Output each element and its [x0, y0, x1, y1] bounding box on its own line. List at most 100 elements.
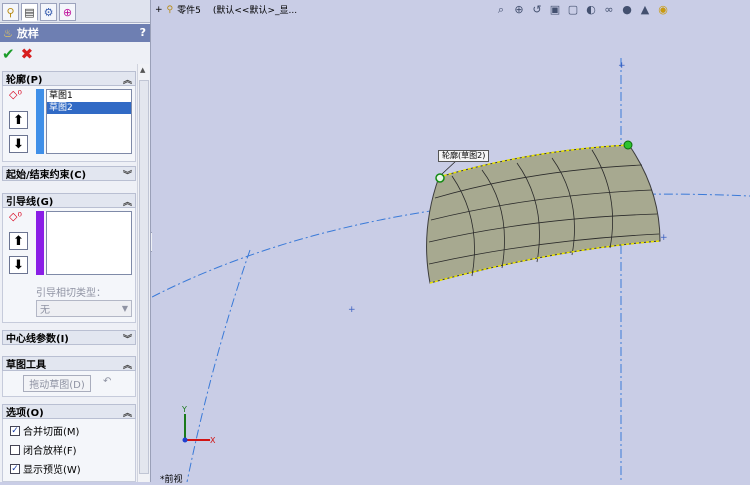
chevron-up-icon[interactable]: ︽ — [123, 358, 132, 371]
chevron-down-icon: ▼ — [121, 304, 128, 313]
model-view: + + + Y X — [152, 58, 750, 482]
hide-show-icon[interactable]: ∞ — [602, 3, 616, 17]
feature-manager-tab[interactable]: ⚲ — [2, 3, 19, 21]
arrow-up-icon: ⬆ — [13, 233, 24, 249]
graphics-viewport[interactable]: + + + Y X 轮廓(草图2) + ⚲ 零件5 (默认<<默认>_显... … — [152, 0, 750, 485]
profile-connector-start[interactable] — [435, 173, 445, 183]
breadcrumb-part[interactable]: 零件5 — [177, 3, 201, 16]
display-style-icon[interactable]: ◐ — [584, 3, 598, 17]
options-group-header[interactable]: 选项(O) ︽ — [2, 404, 136, 419]
appearance-icon[interactable]: ● — [620, 3, 634, 17]
feature-manager-icon: ⚲ — [6, 5, 15, 19]
guides-group-body: ◇⁰ ⬆ ⬇ 引导相切类型： 无 ▼ — [2, 208, 136, 323]
origin-mark: + — [660, 233, 668, 243]
feature-title-bar: ♨ 放样 ? — [0, 24, 150, 42]
arrow-down-icon: ⬇ — [13, 257, 24, 273]
list-item[interactable]: 草图1 — [47, 90, 131, 102]
arrow-down-icon: ⬇ — [13, 136, 24, 152]
breadcrumb-config[interactable]: (默认<<默认>_显... — [213, 3, 297, 16]
sketch-tools-group-header[interactable]: 草图工具 ︽ — [2, 356, 136, 371]
profiles-header-label: 轮廓(P) — [6, 75, 43, 86]
profile-callout[interactable]: 轮廓(草图2) — [438, 150, 490, 162]
move-up-button[interactable]: ⬆ — [9, 111, 28, 129]
profiles-list[interactable]: 草图1 草图2 — [46, 89, 132, 154]
close-loft-checkbox[interactable]: 闭合放样(F) — [10, 442, 77, 457]
zoom-to-fit-icon[interactable]: ⌕ — [494, 3, 508, 17]
triad-origin — [182, 437, 188, 443]
zoom-area-icon[interactable]: ⊕ — [512, 3, 526, 17]
property-manager-tab[interactable]: ▤ — [21, 3, 38, 21]
checkbox-box[interactable] — [10, 444, 20, 455]
chevron-down-icon[interactable]: ︾ — [123, 168, 132, 181]
options-header-label: 选项(O) — [6, 408, 44, 419]
breadcrumb: + ⚲ 零件5 (默认<<默认>_显... — [155, 3, 297, 17]
origin-mark: + — [618, 61, 626, 71]
chevron-up-icon[interactable]: ︽ — [123, 195, 132, 208]
cancel-button[interactable]: ✖ — [21, 45, 34, 63]
checkbox-box[interactable]: ✓ — [10, 463, 20, 474]
origin-mark: + — [348, 305, 356, 315]
merge-tangent-label: 合并切面(M) — [23, 427, 80, 438]
view-name: *前视 — [160, 475, 183, 485]
drag-sketch-label: 拖动草图(D) — [29, 380, 85, 391]
profile-connector-end[interactable] — [623, 140, 633, 150]
triad-x-label: X — [210, 436, 216, 445]
previous-view-icon[interactable]: ↺ — [530, 3, 544, 17]
view-settings-icon[interactable]: ◉ — [656, 3, 670, 17]
guides-group-header[interactable]: 引导线(G) ︽ — [2, 193, 136, 208]
sketch-tools-header-label: 草图工具 — [6, 360, 46, 371]
move-up-button[interactable]: ⬆ — [9, 232, 28, 250]
configuration-manager-tab[interactable]: ⚙ — [40, 3, 57, 21]
configuration-manager-icon: ⚙ — [43, 5, 54, 19]
centerline-header-label: 中心线参数(I) — [6, 334, 69, 345]
sketch-tools-group-body: 拖动草图(D) ↶ — [2, 371, 136, 397]
page-title: 放样 — [16, 27, 39, 40]
expand-icon[interactable]: + — [155, 5, 163, 15]
chevron-up-icon[interactable]: ︽ — [123, 406, 132, 419]
undo-icon[interactable]: ↶ — [103, 376, 111, 387]
panel-scrollbar[interactable]: ▲ — [137, 64, 149, 482]
ok-cancel-row: ✔ ✖ — [2, 44, 33, 64]
part-icon: ⚲ — [166, 4, 174, 15]
move-down-button[interactable]: ⬇ — [9, 135, 28, 153]
tangent-type-label: 引导相切类型： — [36, 288, 106, 299]
dimxpert-tab[interactable]: ⊕ — [59, 3, 76, 21]
profiles-group-header[interactable]: 轮廓(P) ︽ — [2, 71, 136, 86]
tangent-type-value: 无 — [40, 305, 50, 316]
centerline-group-header[interactable]: 中心线参数(I) ︾ — [2, 330, 136, 345]
show-preview-checkbox[interactable]: ✓ 显示预览(W) — [10, 461, 81, 476]
profile-color-strip — [36, 89, 44, 154]
move-down-button[interactable]: ⬇ — [9, 256, 28, 274]
profile-selection-icon: ◇⁰ — [9, 88, 22, 101]
profiles-group-body: ◇⁰ 草图1 草图2 ⬆ ⬇ — [2, 86, 136, 162]
list-item[interactable]: 草图2 — [47, 102, 131, 114]
triad-y-label: Y — [181, 405, 187, 414]
constraints-header-label: 起始/结束约束(C) — [6, 170, 87, 181]
merge-tangent-checkbox[interactable]: ✓ 合并切面(M) — [10, 423, 79, 438]
tangent-type-select[interactable]: 无 ▼ — [36, 300, 132, 317]
chevron-down-icon[interactable]: ︾ — [123, 332, 132, 345]
guides-list[interactable] — [46, 211, 132, 275]
construction-arc-left — [186, 249, 251, 482]
view-orientation-icon[interactable]: ▢ — [566, 3, 580, 17]
property-manager-panel: ⚲ ▤ ⚙ ⊕ ♨ 放样 ? ✔ ✖ 轮廓(P) ︽ ◇⁰ 草图1 草图2 ⬆ … — [0, 0, 151, 482]
chevron-up-icon[interactable]: ︽ — [123, 73, 132, 86]
scroll-up-icon[interactable]: ▲ — [140, 66, 145, 74]
options-group-body: ✓ 合并切面(M) 闭合放样(F) ✓ 显示预览(W) — [2, 419, 136, 482]
guide-color-strip — [36, 211, 44, 275]
section-view-icon[interactable]: ▣ — [548, 3, 562, 17]
scene-icon[interactable]: ▲ — [638, 3, 652, 17]
checkbox-box[interactable]: ✓ — [10, 425, 20, 436]
drag-sketch-button[interactable]: 拖动草图(D) — [23, 375, 91, 392]
arrow-up-icon: ⬆ — [13, 112, 24, 128]
heads-up-toolbar: ⌕ ⊕ ↺ ▣ ▢ ◐ ∞ ● ▲ ◉ — [494, 3, 670, 17]
constraints-group-header[interactable]: 起始/结束约束(C) ︾ — [2, 166, 136, 181]
show-preview-label: 显示预览(W) — [23, 465, 81, 476]
ok-button[interactable]: ✔ — [2, 45, 15, 63]
scrollbar-thumb[interactable] — [139, 80, 149, 474]
help-button[interactable]: ? — [140, 26, 146, 39]
close-loft-label: 闭合放样(F) — [23, 446, 77, 457]
dimxpert-icon: ⊕ — [62, 5, 73, 19]
manager-tabs: ⚲ ▤ ⚙ ⊕ — [0, 0, 150, 23]
guide-selection-icon: ◇⁰ — [9, 210, 22, 223]
